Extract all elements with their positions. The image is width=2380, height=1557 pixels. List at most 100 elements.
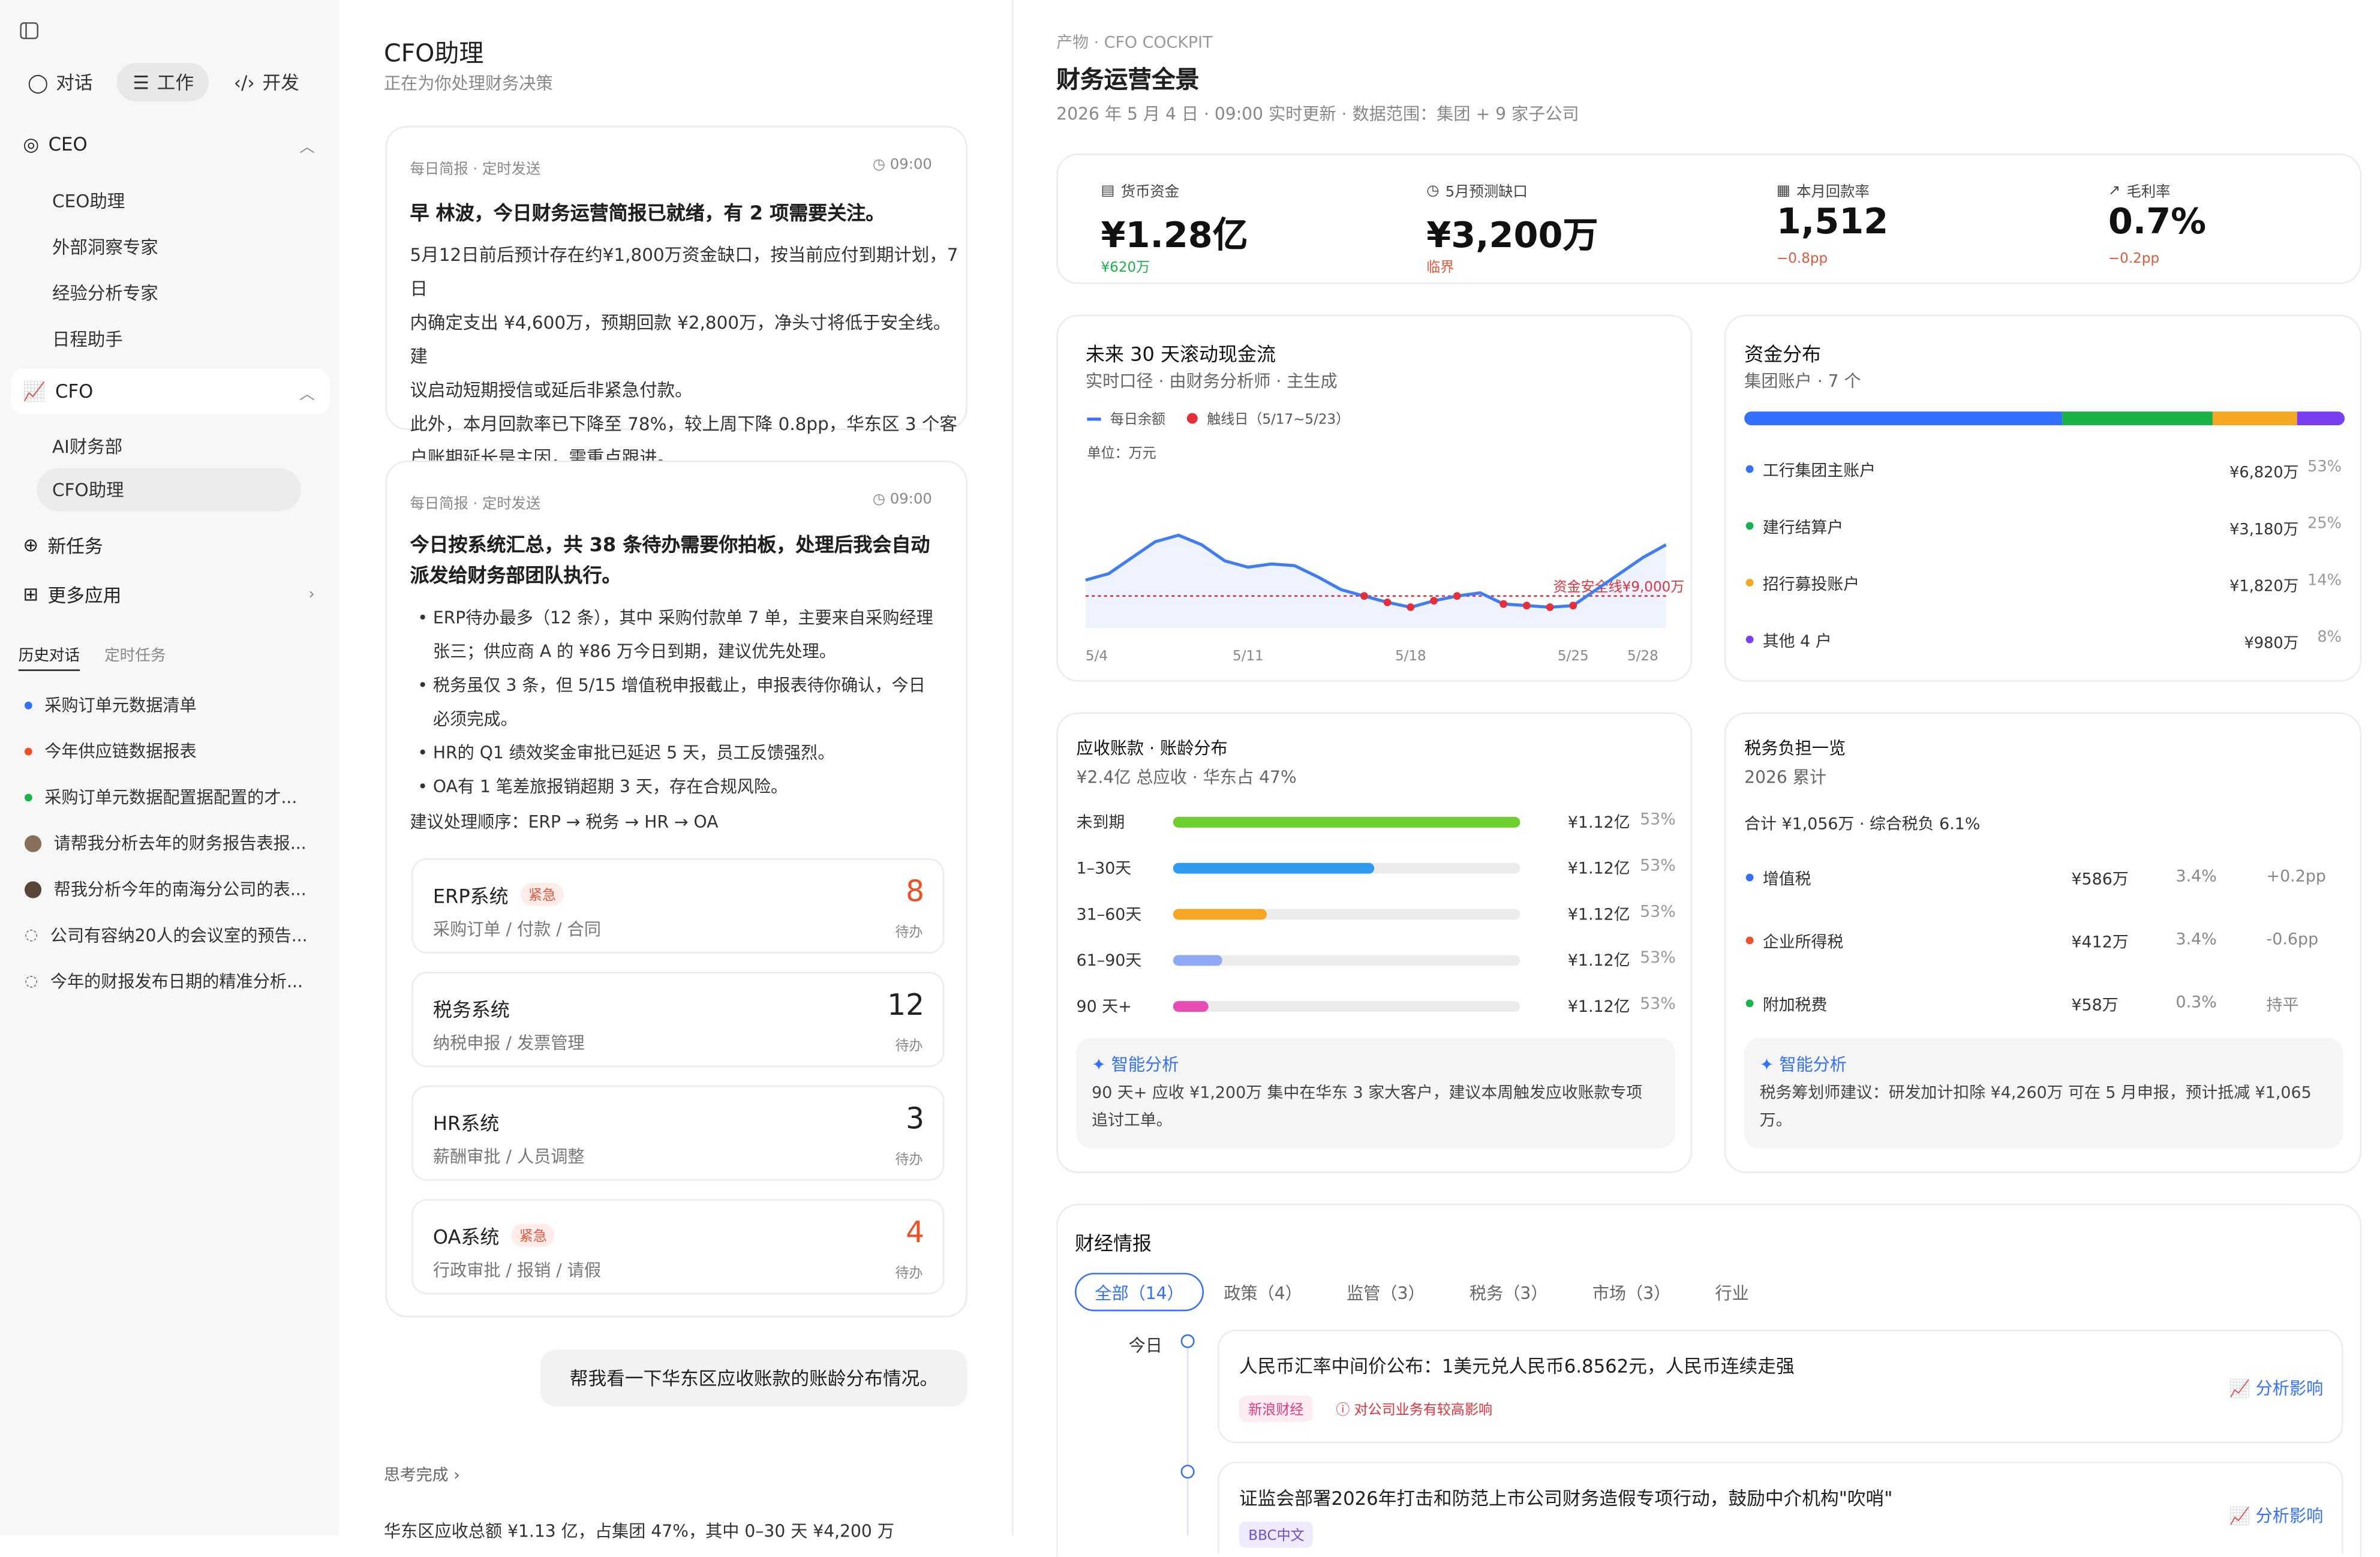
urgent-badge: 紧急 xyxy=(511,1224,555,1247)
news-tab-policy[interactable]: 政策（4） xyxy=(1224,1273,1302,1311)
sidebar-item-schedule[interactable]: 日程助手 xyxy=(52,327,123,351)
analyze-impact-button[interactable]: 📈 分析影响 xyxy=(2229,1376,2324,1400)
status-dot xyxy=(1745,936,1754,945)
chevron-up-icon: ︿ xyxy=(299,139,315,156)
more-apps-button[interactable]: ⊞ 更多应用 › xyxy=(11,571,330,617)
history-item[interactable]: ◌ 今年的财报发布日期的精准分析... xyxy=(25,969,326,993)
panel-divider xyxy=(1012,0,1014,1535)
system-card-tax[interactable]: 税务系统 纳税申报 / 发票管理 12 待办 xyxy=(411,972,945,1068)
status-dot xyxy=(24,747,32,755)
tab-work[interactable]: ☰ 工作 xyxy=(117,62,209,101)
kpi-card: ▤ 货币资金 ¥1.28亿 ¥620万 ◷ 5月预测缺口 ¥3,200万 临界 ▦ 本… xyxy=(1056,154,2362,284)
timeline-dot xyxy=(1180,1334,1195,1348)
sidebar-item-experience-analysis[interactable]: 经验分析专家 xyxy=(52,281,158,305)
fund-pct: 14% xyxy=(2307,572,2342,590)
status-dot xyxy=(1745,465,1754,473)
ar-bar-track xyxy=(1173,909,1520,920)
kpi-value: 1,512 xyxy=(1776,202,1889,243)
alert-point xyxy=(1383,598,1392,606)
history-tabs: 历史对话 定时任务 xyxy=(18,642,166,671)
ar-pct: 53% xyxy=(1640,856,1676,876)
breadcrumb: 产物 · CFO COCKPIT xyxy=(1056,34,1213,53)
timeline-date: 今日 xyxy=(1128,1336,1162,1356)
tax-delta: 持平 xyxy=(2266,996,2299,1015)
ar-pct: 53% xyxy=(1640,994,1676,1014)
chevron-right-icon: › xyxy=(453,1466,460,1485)
alert-point xyxy=(1499,600,1508,608)
tax-amount: ¥586万 xyxy=(2071,870,2129,889)
chat-bubble-icon: ◌ xyxy=(24,926,38,944)
alert-point xyxy=(1430,597,1438,605)
fund-pct: 53% xyxy=(2307,459,2342,476)
fund-name: 工行集团主账户 xyxy=(1762,462,1876,481)
ar-bar-track xyxy=(1173,816,1520,828)
system-card-erp[interactable]: ERP系统 紧急 采购订单 / 付款 / 合同 8 待办 xyxy=(411,858,945,954)
clock-icon: ◷ xyxy=(1426,182,1440,199)
system-card-hr[interactable]: HR系统 薪酬审批 / 人员调整 3 待办 xyxy=(411,1085,945,1181)
ar-bar-fill xyxy=(1173,909,1267,920)
tab-chat[interactable]: ◯ 对话 xyxy=(12,63,108,101)
fund-distribution-card: 资金分布 集团账户 · 7 个 工行集团主账户 ¥6,820万 53% 建行结算户 ¥3… xyxy=(1724,314,2362,682)
chat-bubble-icon: ◌ xyxy=(24,972,38,990)
tab-scheduled[interactable]: 定时任务 xyxy=(104,642,166,671)
ar-bar-track xyxy=(1173,1001,1520,1012)
sidebar-item-cfo-assistant[interactable]: CFO助理 xyxy=(37,468,301,512)
timeline-line xyxy=(1186,1345,1189,1535)
page-subtitle: 正在为你处理财务决策 xyxy=(384,73,553,94)
cashflow-chart: 资金安全线¥9,000万 5/4 5/11 5/18 5/25 5/28 xyxy=(1085,533,1684,664)
status-dot xyxy=(1745,873,1754,882)
tax-name: 附加税费 xyxy=(1762,996,1828,1015)
alert-point xyxy=(1569,602,1577,610)
news-item[interactable]: 证监会部署2026年打击和防范上市公司财务造假专项行动，鼓励中介机构"吹哨" B… xyxy=(1218,1462,2343,1554)
fund-pct: 8% xyxy=(2317,629,2342,647)
history-item[interactable]: ◌ 公司有容纳20人的会议室的预告... xyxy=(25,923,326,948)
tab-history[interactable]: 历史对话 xyxy=(18,642,80,671)
tax-rate: 0.3% xyxy=(2175,993,2217,1012)
fund-amount: ¥980万 xyxy=(2244,635,2299,653)
sparkle-icon: ✦ xyxy=(1759,1054,1774,1075)
cash-icon: ▤ xyxy=(1101,182,1115,199)
tax-rate: 3.4% xyxy=(2175,930,2217,949)
sidebar-item-external-insight[interactable]: 外部洞察专家 xyxy=(52,235,158,260)
fund-segment xyxy=(1744,411,2063,426)
x-tick-label: 5/4 xyxy=(1086,648,1108,664)
news-tab-all[interactable]: 全部（14） xyxy=(1075,1273,1204,1312)
kpi-value: ¥1.28亿 xyxy=(1101,216,1248,257)
news-item[interactable]: 人民币汇率中间价公布：1美元兑人民币6.8562元，人民币连续走强 新浪财经 ⓘ… xyxy=(1218,1329,2343,1444)
assistant-reply: 华东区应收总额 ¥1.13 亿，占集团 47%，其中 0–30 天 ¥4,200… xyxy=(384,1521,894,1542)
news-tab-regulation[interactable]: 监管（3） xyxy=(1347,1273,1425,1311)
system-card-oa[interactable]: OA系统 紧急 行政审批 / 报销 / 请假 4 待办 xyxy=(411,1199,945,1295)
source-tag: BBC中文 xyxy=(1239,1521,1314,1548)
clock-icon: ◷ xyxy=(872,157,886,174)
ar-bar-track xyxy=(1173,862,1520,874)
history-item[interactable]: 采购订单元数据配置据配置的才... xyxy=(24,784,326,809)
sidebar-item-ai-finance[interactable]: AI财务部 xyxy=(52,434,122,459)
thinking-toggle[interactable]: 思考完成 › xyxy=(384,1463,460,1486)
sidebar-toggle-icon[interactable] xyxy=(20,22,38,40)
history-item[interactable]: 请帮我分析去年的财务报告表报... xyxy=(24,831,326,855)
alert-point xyxy=(1453,592,1461,600)
fund-amount: ¥1,820万 xyxy=(2229,579,2299,596)
sidebar-item-ceo-assistant[interactable]: CEO助理 xyxy=(52,189,125,214)
news-tab-industry[interactable]: 行业 xyxy=(1715,1273,1749,1311)
new-task-button[interactable]: ⊕ 新任务 xyxy=(11,522,330,568)
news-tab-market[interactable]: 市场（3） xyxy=(1592,1273,1671,1311)
dashboard-info: 2026 年 5 月 4 日 · 09:00 实时更新 · 数据范围：集团 + … xyxy=(1056,104,1579,125)
status-dot xyxy=(1745,579,1754,587)
ar-pct: 53% xyxy=(1640,949,1676,967)
ar-bucket-label: 1–30天 xyxy=(1076,859,1132,879)
section-ceo[interactable]: ◎ CEO ︿ xyxy=(11,121,330,167)
x-tick-label: 5/25 xyxy=(1558,648,1589,664)
time-label: ◷ 09:00 xyxy=(872,157,932,174)
avatar xyxy=(24,880,42,898)
section-cfo[interactable]: 📈 CFO ︿ xyxy=(10,368,330,415)
avatar xyxy=(24,834,42,852)
fund-segment xyxy=(2212,411,2297,426)
history-item[interactable]: 帮我分析今年的南海分公司的表... xyxy=(24,877,326,901)
tab-dev[interactable]: ‹/› 开发 xyxy=(218,63,314,101)
history-item[interactable]: 今年供应链数据报表 xyxy=(24,738,326,763)
analyze-impact-button[interactable]: 📈 分析影响 xyxy=(2229,1503,2324,1528)
history-item[interactable]: 采购订单元数据清单 xyxy=(24,693,326,717)
alert-point xyxy=(1407,603,1415,611)
news-tab-tax[interactable]: 税务（3） xyxy=(1470,1273,1548,1311)
